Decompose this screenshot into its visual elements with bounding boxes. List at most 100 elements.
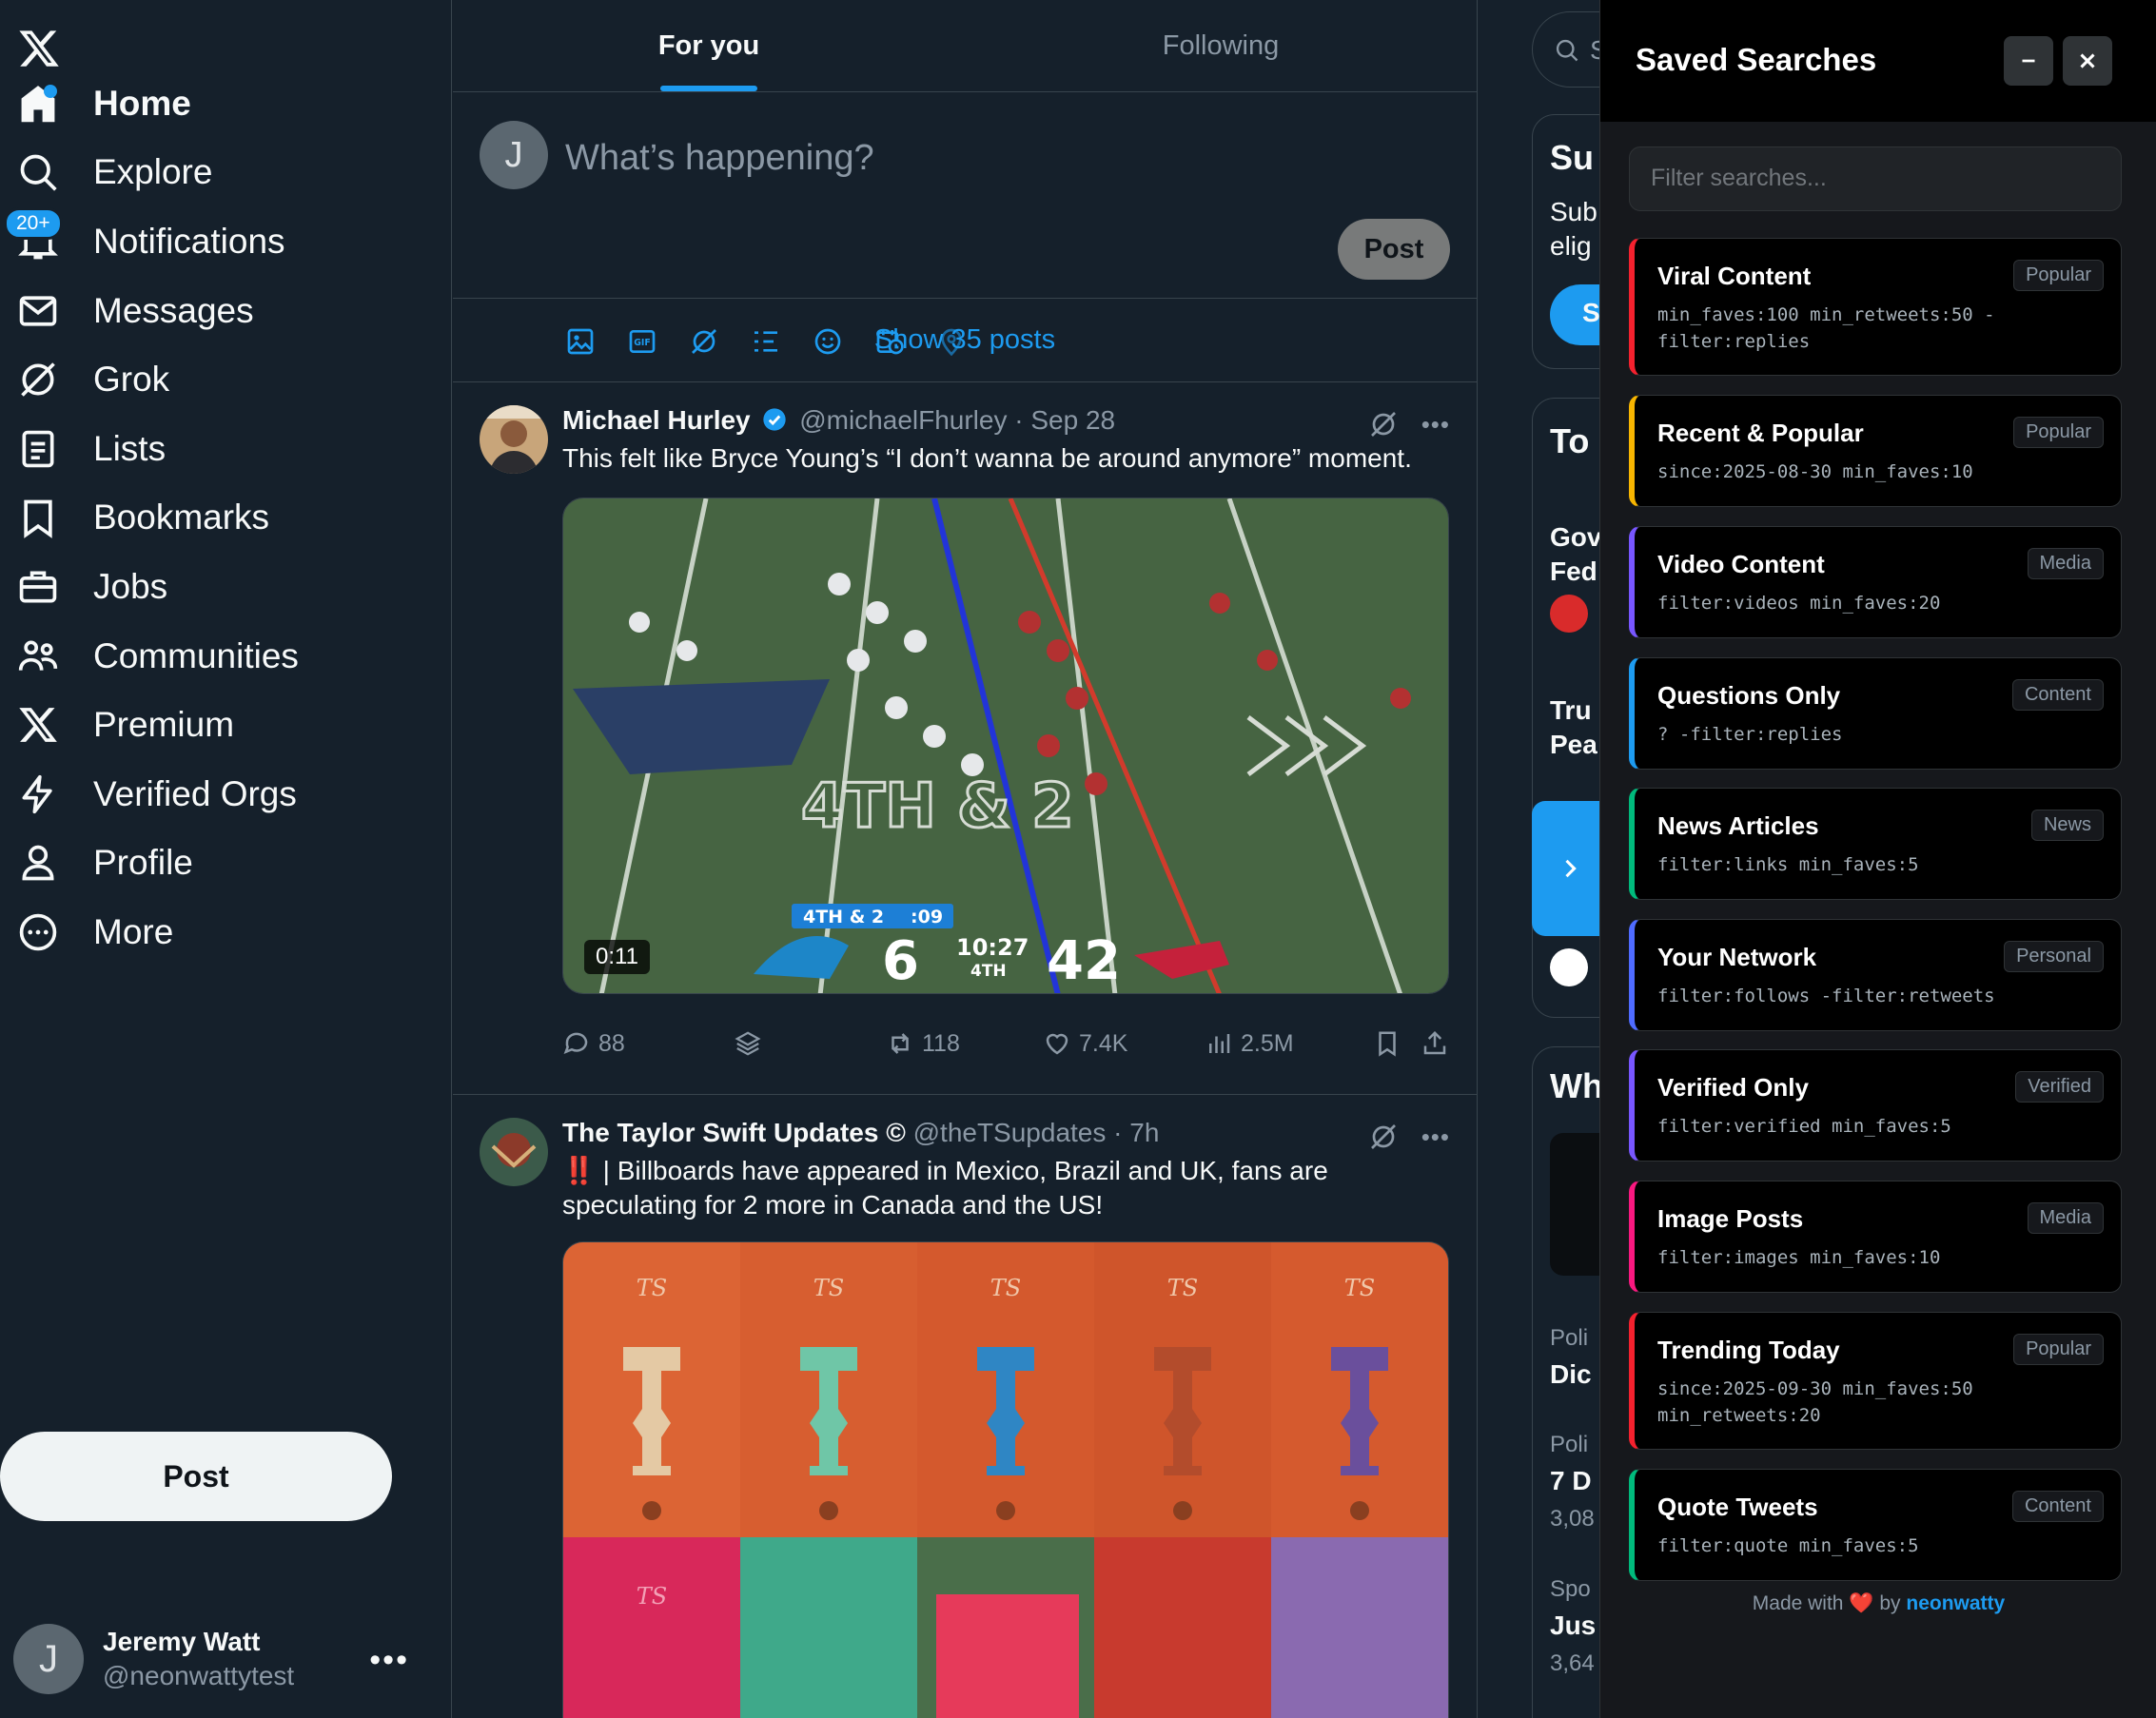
saved-search-item[interactable]: News Articles News filter:links min_faves:… (1629, 788, 2122, 900)
tweet-time[interactable]: · Sep 28 (1014, 405, 1115, 435)
tab-following[interactable]: Following (965, 0, 1477, 91)
nav-profile[interactable]: Profile (0, 825, 419, 901)
saved-search-item[interactable]: Verified Only Verified filter:verified min… (1629, 1049, 2122, 1162)
location-icon[interactable] (936, 326, 967, 357)
avatar[interactable] (480, 405, 548, 474)
saved-search-query: since:2025-09-30 min_faves:50 min_retwee… (1657, 1378, 1973, 1426)
saved-search-name: Your Network (1657, 943, 1817, 971)
views-button[interactable]: 2.5M (1205, 1029, 1294, 1058)
grok-icon[interactable] (689, 326, 719, 357)
saved-search-item[interactable]: Image Posts Media filter:images min_faves:… (1629, 1181, 2122, 1293)
trend-fragment[interactable]: Gov (1550, 522, 1601, 553)
compose-input[interactable]: What’s happening? (565, 138, 874, 179)
share-icon (1423, 1030, 1446, 1055)
nav-verified-orgs[interactable]: Verified Orgs (0, 756, 419, 832)
author-link[interactable]: neonwatty (1906, 1592, 2005, 1614)
news-title-fragment[interactable]: Jus (1550, 1611, 1596, 1641)
more-icon[interactable]: ••• (1421, 410, 1450, 439)
trend-fragment[interactable]: Fed (1550, 556, 1597, 587)
svg-text:GIF: GIF (634, 338, 651, 348)
nav-home[interactable]: Home (0, 66, 419, 142)
saved-search-item[interactable]: Recent & Popular Popular since:2025-08-30 … (1629, 395, 2122, 507)
tweet-time[interactable]: · 7h (1113, 1118, 1159, 1147)
poll-icon[interactable] (751, 326, 781, 357)
bookmark-button[interactable] (1373, 1029, 1401, 1058)
image-icon[interactable] (565, 326, 596, 357)
nav-premium[interactable]: Premium (0, 687, 419, 763)
compose-post-button[interactable]: Post (1338, 219, 1450, 280)
account-more-icon[interactable]: ••• (369, 1642, 409, 1679)
poster-mark: TS (637, 1583, 667, 1610)
filter-searches-input[interactable]: Filter searches... (1629, 146, 2122, 211)
news-title-fragment[interactable]: Dic (1550, 1359, 1592, 1390)
saved-search-tag: Content (2011, 679, 2104, 711)
poster-mark: TS (990, 1275, 1021, 1301)
share-button[interactable] (1421, 1029, 1449, 1058)
author-name[interactable]: The Taylor Swift Updates © (562, 1118, 906, 1147)
tweet[interactable]: The Taylor Swift Updates © @theTSupdates… (453, 1095, 1477, 1718)
trend-fragment[interactable]: Tru (1550, 695, 1592, 726)
nav-jobs[interactable]: Jobs (0, 549, 419, 625)
trend-fragment[interactable]: Pea (1550, 730, 1597, 760)
saved-search-tag: Popular (2013, 1334, 2104, 1365)
tweet-video[interactable]: 4TH & 2 4TH & 2 :09 6 10:27 4TH 42 0:11 (562, 498, 1449, 994)
saved-search-tag: Media (2027, 548, 2104, 579)
saved-search-item[interactable]: Quote Tweets Content filter:quote min_fave… (1629, 1469, 2122, 1581)
footer-prefix: Made with (1752, 1592, 1844, 1614)
saved-search-item[interactable]: Questions Only Content ? -filter:replies (1629, 657, 2122, 770)
nav-label: Messages (93, 291, 254, 330)
view-count: 2.5M (1241, 1029, 1294, 1057)
reply-button[interactable]: 88 (562, 1029, 625, 1058)
avatar[interactable] (480, 1118, 548, 1186)
grok-icon[interactable] (1368, 409, 1399, 439)
saved-search-item[interactable]: Your Network Personal filter:follows -filt… (1629, 919, 2122, 1031)
nav-lists[interactable]: Lists (0, 411, 419, 487)
gif-icon[interactable]: GIF (627, 326, 657, 357)
main-feed: For you Following J What’s happening? GI… (453, 0, 1478, 1718)
layers-icon (735, 1031, 761, 1056)
tweet[interactable]: Michael Hurley @michaelFhurley · Sep 28 … (453, 382, 1477, 1095)
nav-communities[interactable]: Communities (0, 618, 419, 694)
nav-grok[interactable]: Grok (0, 342, 419, 418)
author-handle[interactable]: @theTSupdates (913, 1118, 1107, 1147)
home-score: 6 (882, 930, 919, 992)
layers-button[interactable] (734, 1029, 762, 1058)
saved-search-tag: Popular (2013, 417, 2104, 448)
like-button[interactable]: 7.4K (1043, 1029, 1127, 1058)
saved-search-name: Trending Today (1657, 1336, 1840, 1364)
close-button[interactable] (2063, 36, 2112, 86)
account-switcher[interactable]: J Jeremy Watt @neonwattytest ••• (13, 1619, 432, 1699)
nav-messages[interactable]: Messages (0, 273, 419, 349)
tab-for-you[interactable]: For you (453, 0, 965, 91)
news-title-fragment[interactable]: 7 D (1550, 1466, 1592, 1496)
schedule-icon[interactable] (874, 326, 905, 357)
emoji-icon[interactable] (813, 326, 843, 357)
author-handle[interactable]: @michaelFhurley (799, 405, 1007, 435)
minimize-button[interactable] (2004, 36, 2053, 86)
nav-bookmarks[interactable]: Bookmarks (0, 479, 419, 556)
grok-icon[interactable] (1368, 1122, 1399, 1152)
nav-more[interactable]: More (0, 894, 419, 970)
saved-search-name: Quote Tweets (1657, 1493, 1818, 1521)
retweet-button[interactable]: 118 (886, 1029, 960, 1058)
saved-search-item[interactable]: Viral Content Popular min_faves:100 min_re… (1629, 238, 2122, 376)
nav-explore[interactable]: Explore (0, 134, 419, 210)
compose-box: J What’s happening? GIF Post (453, 92, 1477, 357)
saved-search-tag: News (2030, 810, 2104, 841)
field-text: 4TH & 2 (801, 771, 1074, 842)
nav-label: More (93, 912, 174, 951)
saved-search-item[interactable]: Video Content Media filter:videos min_fave… (1629, 526, 2122, 638)
tweet-image-grid[interactable]: TS TS TS TS TS TS (562, 1241, 1449, 1718)
saved-search-item[interactable]: Trending Today Popular since:2025-09-30 mi… (1629, 1312, 2122, 1450)
down-distance: 4TH & 2 (803, 907, 884, 927)
post-button[interactable]: Post (0, 1432, 392, 1521)
more-icon[interactable]: ••• (1421, 1123, 1450, 1152)
left-sidebar: Home Explore 20+ Notifications Messages … (0, 0, 452, 1718)
author-name[interactable]: Michael Hurley (562, 405, 751, 435)
account-handle: @neonwattytest (103, 1661, 295, 1690)
panel-expand-button[interactable] (1532, 801, 1608, 936)
card-text-fragment: elig (1550, 231, 1592, 261)
bell-icon: 20+ (0, 207, 76, 263)
x-logo-icon[interactable] (17, 27, 61, 70)
nav-notifications[interactable]: 20+ Notifications (0, 204, 419, 280)
